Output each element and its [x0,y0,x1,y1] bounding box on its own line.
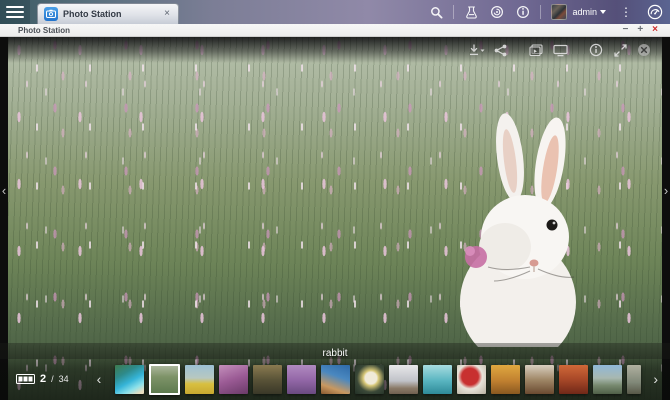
taskbar-right-icons: admin ⋮ [423,0,670,24]
hamburger-icon [6,16,24,18]
desktop-taskbar: Photo Station × admin ⋮ [0,0,670,24]
thumbnail-beach[interactable] [115,365,144,394]
window-controls: − + × [622,25,658,35]
taskbar-divider [453,5,454,19]
close-viewer-icon[interactable] [632,41,656,59]
external-device-icon[interactable] [484,0,510,24]
thumbnail-autumn-orange[interactable] [491,365,520,394]
main-menu-button[interactable] [0,0,30,24]
window-titlebar: Photo Station − + × [0,24,670,37]
tab-label: Photo Station [63,9,157,19]
thumbnail-windmill[interactable] [185,365,214,394]
search-icon[interactable] [423,0,449,24]
info-icon[interactable] [584,41,608,59]
filmstrip-icon [16,374,35,384]
photo-caption-band: rabbit [0,343,670,359]
thumbnail-partial[interactable] [627,365,641,394]
next-photo-arrow[interactable]: › [662,179,670,203]
counter-separator: / [51,374,54,384]
thumbnail-castle[interactable] [593,365,622,394]
photo-caption: rabbit [322,348,347,359]
thumbnail-food[interactable] [525,365,554,394]
fullscreen-icon[interactable] [608,41,632,59]
maximize-button[interactable]: + [637,25,643,35]
slideshow-icon[interactable] [524,41,548,59]
thumbnail-deer-snow[interactable] [389,365,418,394]
download-icon[interactable] [464,41,488,59]
thumbnails [115,364,641,395]
tab-close-icon[interactable]: × [162,8,172,20]
rabbit-figure [450,87,600,347]
background-tasks-icon[interactable] [458,0,484,24]
hamburger-icon [6,11,24,13]
thumbnail-rabbit-field-selected[interactable] [149,364,180,395]
thumbnail-sunset-field[interactable] [253,365,282,394]
thumbnail-autumn-red[interactable] [559,365,588,394]
viewer-toolbar [464,41,656,59]
thumbnail-blossom[interactable] [219,365,248,394]
minimize-button[interactable]: − [622,25,628,35]
window-title: Photo Station [18,26,70,35]
counter-total: 34 [59,374,69,384]
strip-scroll-left[interactable]: ‹ [93,371,106,387]
user-avatar[interactable] [551,4,567,20]
chevron-down-icon [600,10,606,14]
user-menu[interactable]: admin [572,7,606,17]
photo-viewer: ‹ › rabbit 2 / 34 ‹ [0,37,670,400]
photo-counter: 2 / 34 [16,373,69,385]
thumbnail-coast[interactable] [321,365,350,394]
taskbar-divider [540,5,541,19]
counter-current: 2 [40,373,46,385]
share-icon[interactable] [488,41,512,59]
close-window-button[interactable]: × [652,25,658,35]
more-options-icon[interactable]: ⋮ [612,6,640,18]
photo-station-app-icon [44,7,58,21]
user-name: admin [572,7,597,17]
thumbnail-purple-flowers[interactable] [287,365,316,394]
app-tab-photo-station[interactable]: Photo Station × [37,3,179,24]
resource-monitor-icon[interactable] [640,4,670,20]
display-cast-icon[interactable] [548,41,572,59]
hamburger-icon [6,6,24,8]
strip-scroll-right[interactable]: › [649,371,662,387]
notifications-icon[interactable] [510,0,536,24]
thumbnail-teal-water[interactable] [423,365,452,394]
thumbnail-strip: 2 / 34 ‹ [0,360,670,398]
previous-photo-arrow[interactable]: ‹ [0,179,8,203]
photo-station-window: Photo Station × admin ⋮ [0,0,670,400]
thumbnail-water-lily[interactable] [355,365,384,394]
thumbnail-berries[interactable] [457,365,486,394]
